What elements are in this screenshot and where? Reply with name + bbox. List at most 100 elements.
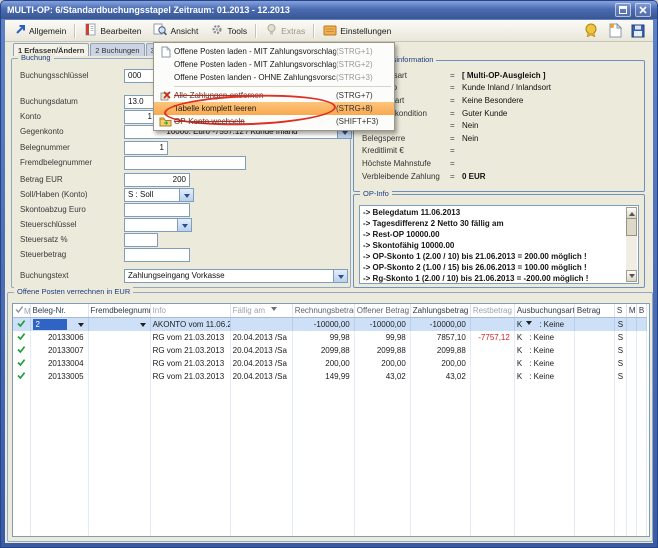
fremdbelegnummer-cell[interactable] — [88, 370, 150, 383]
chevron-down-icon[interactable] — [333, 269, 348, 283]
row-checked-cell[interactable] — [13, 344, 30, 357]
b-cell — [636, 370, 646, 383]
restore-button[interactable] — [615, 3, 631, 17]
ausbuchungsart-cell[interactable]: K: Keine — [514, 357, 574, 370]
menubar-label: Tools — [227, 26, 247, 36]
op-info-scrollbar[interactable] — [626, 207, 637, 282]
empty-table-row — [13, 409, 647, 422]
fremdbelegnummer-cell[interactable] — [88, 357, 150, 370]
column-header-Fremdbelegnummer[interactable]: Fremdbelegnummer — [88, 304, 150, 318]
column-header-B[interactable]: B — [636, 304, 646, 318]
restbetrag-cell — [470, 344, 514, 357]
menubar-item-tools[interactable]: Tools — [204, 21, 253, 40]
column-header-Betrag[interactable]: Betrag — [574, 304, 614, 318]
column-header-select[interactable]: M — [13, 304, 30, 318]
menubar-item-extras[interactable]: Extras — [259, 21, 311, 40]
empty-cell — [13, 526, 30, 537]
chevron-down-icon[interactable] — [179, 188, 194, 202]
column-header-Ausbuchungsart[interactable]: Ausbuchungsart — [514, 304, 574, 318]
konto-input[interactable]: 1 — [124, 110, 156, 124]
steuerschluessel-combo[interactable] — [124, 218, 192, 232]
fremdbelegnummer-cell[interactable] — [88, 344, 150, 357]
empty-cell — [470, 396, 514, 409]
betrag-eur-input[interactable]: 200 — [124, 173, 190, 187]
row-checked-cell[interactable] — [13, 357, 30, 370]
menu-item[interactable]: OP-Konto wechseln(SHIFT+F3) — [154, 115, 394, 128]
row-checked-cell[interactable] — [13, 370, 30, 383]
row-checked-cell[interactable] — [13, 318, 30, 332]
remove-icon — [157, 90, 174, 101]
scroll-down-icon[interactable] — [626, 270, 637, 282]
empty-cell — [150, 383, 230, 396]
soll-haben-combo[interactable]: S : Soll — [124, 188, 194, 202]
zahlungsbetrag-cell[interactable]: -10000,00 — [410, 318, 470, 332]
menubar-item-ansicht[interactable]: Ansicht — [147, 21, 204, 40]
title-bar[interactable]: MULTI-OP: 6/Standardbuchungsstapel Zeitr… — [1, 1, 657, 19]
ausbuchungsart-cell[interactable]: K: Keine — [514, 331, 574, 344]
empty-cell — [614, 526, 626, 537]
op-info-lines: -> Belegdatum 11.06.2013-> Tagesdifferen… — [360, 206, 625, 284]
beleg-nr-cell[interactable]: 20133004 — [30, 357, 88, 370]
ausbuchungsart-cell[interactable]: K: Keine — [514, 318, 574, 332]
beleg-nr-cell[interactable]: 20133006 — [30, 331, 88, 344]
op-info-line: -> Rest-OP 10000.00 — [360, 229, 625, 240]
scrollbar-thumb[interactable] — [626, 218, 637, 236]
menu-item[interactable]: Alle Zahlungen entfernen(STRG+7) — [154, 89, 394, 102]
menu-item[interactable]: Offene Posten laden - MIT Zahlungsvorsch… — [154, 58, 394, 71]
dropdown-arrow-icon[interactable] — [78, 323, 84, 330]
beleg-nr-cell[interactable]: 20133007 — [30, 344, 88, 357]
empty-cell — [574, 461, 614, 474]
dropdown-arrow-icon[interactable] — [526, 321, 532, 328]
column-header-Zahlungsbetrag[interactable]: Zahlungsbetrag — [410, 304, 470, 318]
table-row[interactable]: 20133006RG vom 21.03.201320.04.2013 /Sa9… — [13, 331, 647, 344]
close-button[interactable] — [635, 3, 651, 17]
gegenkonto-label: Gegenkonto — [20, 127, 64, 136]
offener-betrag-cell: 2099,88 — [354, 344, 410, 357]
column-header-Offener Betrag[interactable]: Offener Betrag — [354, 304, 410, 318]
b-cell — [636, 357, 646, 370]
zahlungsbetrag-cell[interactable]: 43,02 — [410, 370, 470, 383]
steuerbetrag-input[interactable] — [124, 248, 190, 262]
restore-icon — [619, 6, 627, 14]
ausbuchungsart-cell[interactable]: K: Keine — [514, 344, 574, 357]
save-button[interactable] — [631, 24, 645, 38]
column-header-Info[interactable]: Info — [150, 304, 230, 318]
menu-item[interactable]: Tabelle komplett leeren(STRG+8) — [154, 102, 394, 115]
steuersatz-input[interactable] — [124, 233, 158, 247]
column-header-Fällig am[interactable]: Fällig am — [230, 304, 292, 318]
row-checked-cell[interactable] — [13, 331, 30, 344]
table-row[interactable]: 20133007RG vom 21.03.201320.04.2013 /Sa2… — [13, 344, 647, 357]
zahlungsbetrag-cell[interactable]: 2099,88 — [410, 344, 470, 357]
menubar-item-bearbeiten[interactable]: Bearbeiten — [78, 21, 147, 40]
fremdbelegnummer-cell[interactable] — [88, 318, 150, 332]
column-header-S[interactable]: S — [614, 304, 626, 318]
new-document-button[interactable] — [609, 23, 622, 38]
chevron-down-icon[interactable] — [177, 218, 192, 232]
dropdown-arrow-icon[interactable] — [140, 323, 146, 330]
menubar-item-allgemein[interactable]: Allgemein — [9, 22, 72, 39]
beleg-nr-selected-value[interactable]: 2 — [33, 319, 67, 330]
beleg-nr-cell[interactable]: 2 — [30, 318, 88, 332]
column-header-M[interactable]: M — [626, 304, 636, 318]
column-header-Rechnungsbetrag[interactable]: Rechnungsbetrag — [292, 304, 354, 318]
table-row[interactable]: 2AKONTO vom 11.06.201-10000,00-10000,00-… — [13, 318, 647, 332]
table-row[interactable]: 20133004RG vom 21.03.201320.04.2013 /Sa2… — [13, 357, 647, 370]
beleg-nr-cell[interactable]: 20133005 — [30, 370, 88, 383]
menubar-item-einstellungen[interactable]: Einstellungen — [317, 22, 397, 40]
ausbuchungsart-cell[interactable]: K: Keine — [514, 370, 574, 383]
column-header-Beleg-Nr.[interactable]: Beleg-Nr. — [30, 304, 88, 318]
zahlungsbetrag-cell[interactable]: 7857,10 — [410, 331, 470, 344]
skontoabzug-input[interactable] — [124, 203, 190, 217]
info-row-value: [ Multi-OP-Ausgleich ] — [462, 71, 546, 80]
fremdbelegnummer-cell[interactable] — [88, 331, 150, 344]
tab-buchungen[interactable]: 2 Buchungen — [90, 43, 144, 56]
menu-item[interactable]: Offene Posten laden - MIT Zahlungsvorsch… — [154, 45, 394, 58]
zahlungsbetrag-cell[interactable]: 200,00 — [410, 357, 470, 370]
belegnummer-input[interactable]: 1 — [124, 141, 168, 155]
book-stamp-button[interactable] — [583, 23, 600, 38]
fremdbelegnummer-input[interactable] — [124, 156, 246, 170]
column-header-Restbetrag[interactable]: Restbetrag — [470, 304, 514, 318]
menu-item[interactable]: Offene Posten landen - OHNE Zahlungsvors… — [154, 71, 394, 84]
table-row[interactable]: 20133005RG vom 21.03.201320.04.2013 /Sa1… — [13, 370, 647, 383]
buchungstext-combo[interactable]: Zahlungseingang Vorkasse — [124, 269, 348, 283]
